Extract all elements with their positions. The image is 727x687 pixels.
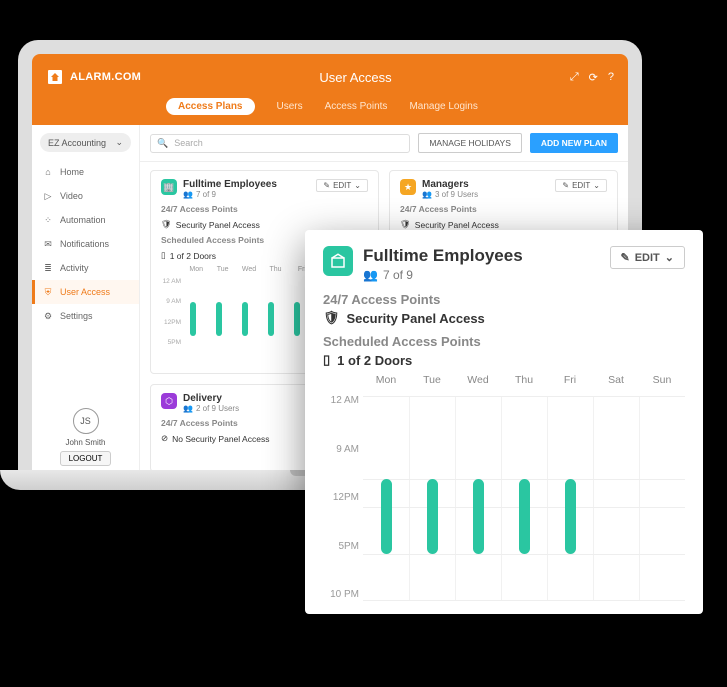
avatar[interactable]: JS: [73, 408, 99, 434]
add-new-plan-button[interactable]: ADD NEW PLAN: [530, 133, 618, 153]
sidebar-item-notifications[interactable]: ✉ Notifications: [32, 232, 139, 256]
edit-button[interactable]: ✎EDIT⌄: [316, 179, 368, 192]
search-input[interactable]: 🔍 Search: [150, 134, 410, 153]
automation-icon: ⁘: [42, 214, 54, 226]
logo-icon: [46, 68, 64, 86]
pencil-icon: ✎: [323, 181, 330, 190]
logout-button[interactable]: LOGOUT: [60, 451, 112, 466]
chevron-down-icon: ⌄: [115, 137, 123, 148]
users-icon: 👥: [183, 190, 193, 199]
brand-logo[interactable]: ALARM.COM: [46, 68, 141, 86]
users-icon: 👥: [363, 268, 378, 282]
edit-label: EDIT: [333, 181, 351, 190]
shield-icon: 🛡: [323, 310, 340, 326]
tab-access-points[interactable]: Access Points: [325, 101, 388, 112]
search-placeholder: Search: [174, 138, 203, 148]
section-label: Scheduled Access Points: [323, 334, 685, 349]
door-icon: ▯: [323, 352, 330, 368]
plan-badge-icon: ★: [400, 179, 416, 195]
gear-icon: ⚙: [42, 310, 54, 322]
detail-plan-name: Fulltime Employees: [363, 246, 523, 266]
section-label: 24/7 Access Points: [400, 204, 607, 214]
sidebar-item-label: Home: [60, 167, 84, 177]
sidebar-item-label: Automation: [60, 215, 106, 225]
chevron-down-icon: ⌄: [593, 181, 600, 190]
page-title: User Access: [319, 70, 391, 85]
bell-icon: ✉: [42, 238, 54, 250]
refresh-icon[interactable]: ⟳: [589, 71, 598, 84]
shield-icon: 🛡: [161, 219, 172, 230]
activity-icon: ≣: [42, 262, 54, 274]
expand-icon[interactable]: ⤢: [570, 71, 579, 84]
manage-holidays-button[interactable]: MANAGE HOLIDAYS: [418, 133, 522, 153]
section-value: 1 of 2 Doors: [170, 251, 216, 261]
header-tabs: Access Plans Users Access Points Manage …: [46, 92, 614, 125]
home-icon: ⌂: [42, 166, 54, 178]
plan-name: Managers: [422, 179, 478, 190]
chevron-down-icon: ⌄: [354, 181, 361, 190]
header: ALARM.COM User Access ⤢ ⟳ ? Access Plans…: [32, 54, 628, 125]
section-value: Security Panel Access: [176, 220, 260, 230]
tab-manage-logins[interactable]: Manage Logins: [409, 101, 477, 112]
sidebar-item-automation[interactable]: ⁘ Automation: [32, 208, 139, 232]
account-name: EZ Accounting: [48, 138, 106, 148]
pencil-icon: ✎: [621, 251, 630, 264]
plan-badge-icon: 🏢: [161, 179, 177, 195]
plan-name: Delivery: [183, 393, 239, 404]
tab-users[interactable]: Users: [277, 101, 303, 112]
tab-access-plans[interactable]: Access Plans: [166, 98, 255, 115]
section-value: Security Panel Access: [347, 311, 485, 326]
user-block: JS John Smith LOGOUT: [32, 398, 139, 480]
sidebar-item-label: User Access: [60, 287, 110, 297]
sidebar-item-activity[interactable]: ≣ Activity: [32, 256, 139, 280]
section-value: No Security Panel Access: [172, 434, 269, 444]
sidebar-item-settings[interactable]: ⚙ Settings: [32, 304, 139, 328]
help-icon[interactable]: ?: [608, 71, 614, 84]
users-icon: 👥: [422, 190, 432, 199]
plan-badge-icon: ⬡: [161, 393, 177, 409]
user-name: John Smith: [32, 438, 139, 447]
sidebar: EZ Accounting ⌄ ⌂ Home ▷ Video ⁘ Automation…: [32, 125, 140, 480]
shield-icon: 🛡: [400, 219, 411, 230]
plan-detail-panel: Fulltime Employees 👥 7 of 9 ✎ EDIT ⌄ 24/7…: [305, 230, 703, 614]
section-label: 24/7 Access Points: [161, 204, 368, 214]
schedule-chart: MonTueWedThuFriSatSun 12 AM9 AM12PM5PM10…: [323, 374, 685, 604]
sidebar-item-video[interactable]: ▷ Video: [32, 184, 139, 208]
video-icon: ▷: [42, 190, 54, 202]
section-label: 24/7 Access Points: [323, 292, 685, 307]
brand-name: ALARM.COM: [70, 71, 141, 83]
plan-badge-icon: [323, 246, 353, 276]
no-shield-icon: ⊘: [161, 433, 168, 444]
door-icon: ▯: [161, 250, 166, 261]
sidebar-item-label: Settings: [60, 311, 93, 321]
chevron-down-icon: ⌄: [665, 251, 674, 264]
sidebar-item-home[interactable]: ⌂ Home: [32, 160, 139, 184]
sidebar-item-user-access[interactable]: ⛨ User Access: [32, 280, 139, 304]
plan-users: 2 of 9 Users: [196, 404, 239, 413]
plan-users: 3 of 9 Users: [435, 190, 478, 199]
sidebar-item-label: Activity: [60, 263, 89, 273]
users-icon: 👥: [183, 404, 193, 413]
user-access-icon: ⛨: [42, 286, 54, 298]
section-value: 1 of 2 Doors: [337, 353, 412, 368]
pencil-icon: ✎: [562, 181, 569, 190]
section-value: Security Panel Access: [415, 220, 499, 230]
edit-label: EDIT: [635, 252, 660, 264]
plan-users: 7 of 9: [196, 190, 216, 199]
sidebar-item-label: Video: [60, 191, 83, 201]
search-icon: 🔍: [157, 138, 168, 149]
toolbar: 🔍 Search MANAGE HOLIDAYS ADD NEW PLAN: [140, 125, 628, 162]
detail-users: 7 of 9: [383, 268, 413, 282]
edit-button[interactable]: ✎ EDIT ⌄: [610, 246, 686, 269]
sidebar-item-label: Notifications: [60, 239, 109, 249]
plan-name: Fulltime Employees: [183, 179, 277, 190]
account-selector[interactable]: EZ Accounting ⌄: [40, 133, 131, 152]
edit-label: EDIT: [572, 181, 590, 190]
edit-button[interactable]: ✎EDIT⌄: [555, 179, 607, 192]
